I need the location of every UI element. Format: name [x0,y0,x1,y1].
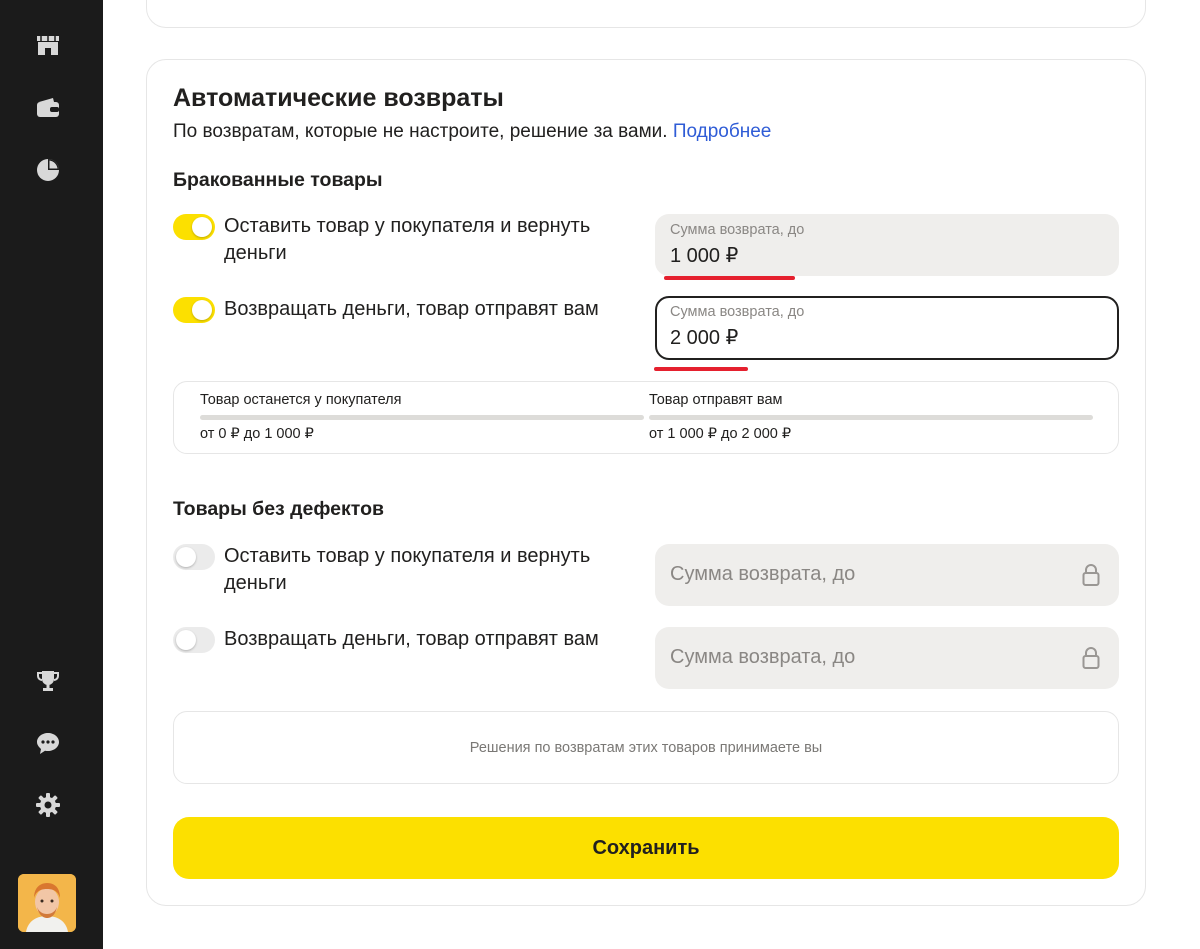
no-defects-keep-item-amount-field[interactable]: Сумма возврата, до [655,544,1119,606]
pie-chart-icon[interactable] [30,152,66,188]
toggle-knob [176,547,196,567]
defective-keep-item-amount-field[interactable]: Сумма возврата, до 1 000 ₽ [655,214,1119,276]
lock-icon [1082,647,1100,669]
toggle-knob [192,217,212,237]
range-title: Товар отправят вам [649,392,783,408]
no-defects-return-item-amount-field[interactable]: Сумма возврата, до [655,627,1119,689]
avatar[interactable] [18,874,76,932]
field-label: Сумма возврата, до [670,222,805,238]
defective-keep-item-label: Оставить товар у покупателя и вернуть де… [224,215,591,264]
more-link[interactable]: Подробнее [673,121,772,142]
highlight-underline [664,276,795,280]
field-value: 2 000 ₽ [670,327,739,349]
toggle-knob [192,300,212,320]
previous-section-card [146,0,1146,28]
sidebar [0,0,103,949]
gear-icon[interactable] [30,787,66,823]
save-button[interactable]: Сохранить [173,817,1119,879]
range-return-item: Товар отправят вам от 1 000 ₽ до 2 000 ₽ [649,382,1093,455]
subtitle-text: По возвратам, которые не настроите, реше… [173,121,668,142]
no-defects-keep-item-label: Оставить товар у покупателя и вернуть де… [224,545,591,594]
defective-return-item-toggle[interactable] [173,297,215,323]
no-defects-keep-item-toggle[interactable] [173,544,215,570]
subtitle: По возвратам, которые не настроите, реше… [173,121,771,143]
range-value: от 0 ₽ до 1 000 ₽ [200,426,314,442]
field-label: Сумма возврата, до [670,304,805,320]
range-value: от 1 000 ₽ до 2 000 ₽ [649,426,792,442]
no-defects-return-item-label: Возвращать деньги, товар отправят вам [224,628,599,650]
field-value: 1 000 ₽ [670,245,739,267]
lock-icon [1082,564,1100,586]
no-defects-return-item-toggle[interactable] [173,627,215,653]
chat-icon[interactable] [30,725,66,761]
auto-returns-card: Автоматические возвраты По возвратам, ко… [146,59,1146,906]
highlight-underline [654,367,748,371]
return-ranges-box: Товар останется у покупателя от 0 ₽ до 1… [173,381,1119,454]
defective-return-item-label: Возвращать деньги, товар отправят вам [224,298,599,320]
field-placeholder: Сумма возврата, до [670,646,856,668]
storefront-icon[interactable] [30,28,66,64]
trophy-icon[interactable] [30,663,66,699]
range-bar [649,415,1093,420]
no-defects-heading: Товары без дефектов [173,498,384,520]
wallet-icon[interactable] [30,90,66,126]
range-bar [200,415,644,420]
range-title: Товар останется у покупателя [200,392,402,408]
toggle-knob [176,630,196,650]
defective-return-item-amount-field[interactable]: Сумма возврата, до 2 000 ₽ [655,296,1119,360]
defective-goods-heading: Бракованные товары [173,169,383,191]
range-keep-item: Товар останется у покупателя от 0 ₽ до 1… [200,382,644,455]
defective-keep-item-toggle[interactable] [173,214,215,240]
field-placeholder: Сумма возврата, до [670,563,856,585]
no-defects-note: Решения по возвратам этих товаров приним… [173,711,1119,784]
page-title: Автоматические возвраты [173,84,504,112]
